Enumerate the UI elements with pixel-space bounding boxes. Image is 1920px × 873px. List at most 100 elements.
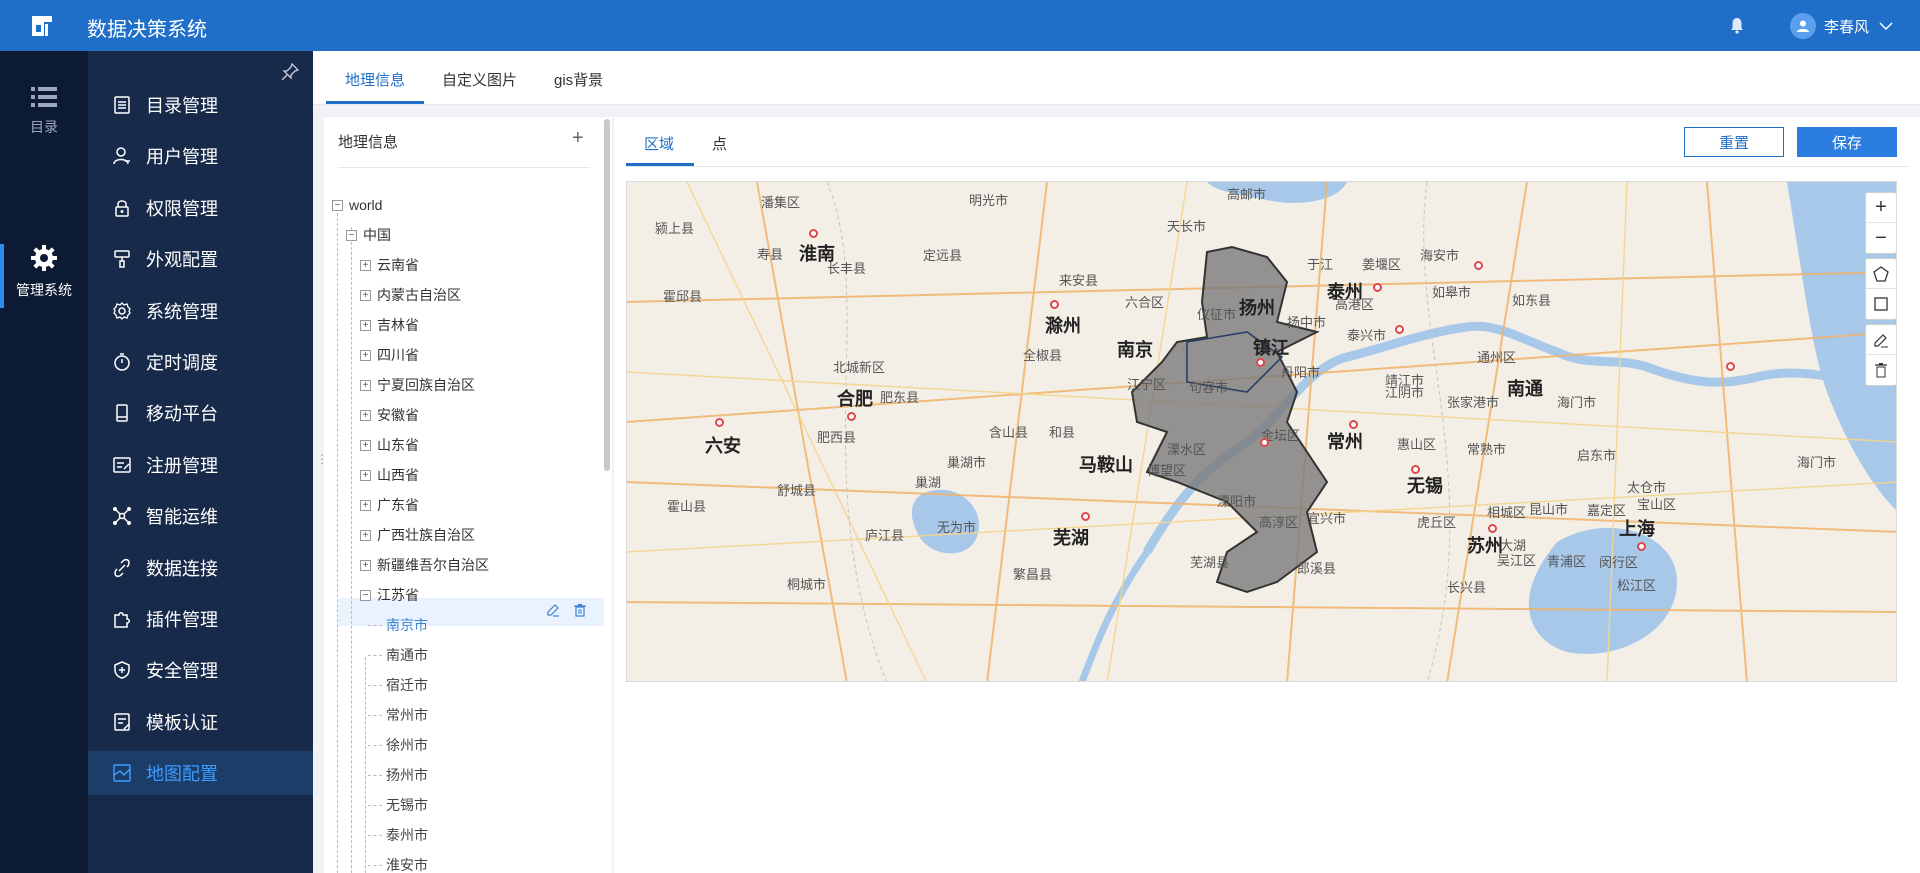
tree-leaf[interactable]: 宿迁市 <box>386 674 428 696</box>
user-menu[interactable]: 李春风 <box>1790 13 1893 39</box>
draw-polygon-button[interactable] <box>1866 259 1896 289</box>
tree-connector <box>368 745 382 746</box>
menu-item-user-manage[interactable]: 用户管理 <box>88 134 313 178</box>
tree-node[interactable]: − 中国 <box>346 224 391 246</box>
trash-icon <box>1875 363 1887 378</box>
edit-shape-button[interactable] <box>1866 325 1896 355</box>
tree-node-label: 新疆维吾尔自治区 <box>377 557 489 573</box>
collapse-icon[interactable]: − <box>332 199 343 211</box>
tree-node[interactable]: + 内蒙古自治区 <box>360 284 461 306</box>
map-place-label: 仪征市 <box>1197 307 1237 322</box>
expand-icon[interactable]: + <box>360 469 371 481</box>
tab-custom-image[interactable]: 自定义图片 <box>442 69 517 90</box>
reset-button[interactable]: 重置 <box>1684 127 1784 157</box>
tree-leaf[interactable]: 常州市 <box>386 704 428 726</box>
menu-item-map[interactable]: 地图配置 <box>88 751 313 796</box>
menu-item-register[interactable]: 注册管理 <box>88 443 313 487</box>
tree-leaf[interactable]: 淮安市 <box>386 854 428 873</box>
expand-icon[interactable]: + <box>360 559 371 571</box>
tree-node-label: 安徽省 <box>377 407 419 423</box>
expand-icon[interactable]: + <box>360 409 371 421</box>
rail-item-management[interactable]: 管理系统 <box>0 244 88 324</box>
tree-node[interactable]: + 宁夏回族自治区 <box>360 374 475 396</box>
expand-icon[interactable]: + <box>360 259 371 271</box>
tree-node[interactable]: + 吉林省 <box>360 314 419 336</box>
map-place-label: 高港区 <box>1335 297 1375 312</box>
pin-icon[interactable] <box>281 63 299 81</box>
tree-node[interactable]: + 山东省 <box>360 434 419 456</box>
map-city-label: 镇江 <box>1253 338 1289 358</box>
map-place-label: 虎丘区 <box>1417 515 1457 530</box>
menu-item-label: 智能运维 <box>146 507 218 528</box>
tab-geo-info[interactable]: 地理信息 <box>345 69 405 90</box>
tree-node-label: 内蒙古自治区 <box>377 287 461 303</box>
rail-item-catalog[interactable]: 目录 <box>0 85 88 165</box>
menu-item-lock[interactable]: 权限管理 <box>88 186 313 230</box>
tree-node[interactable]: − 江苏省 <box>360 584 419 606</box>
map-place-label: 溧水区 <box>1167 442 1207 457</box>
expand-icon[interactable]: + <box>360 349 371 361</box>
tree-node[interactable]: − world <box>332 194 382 216</box>
draw-rectangle-button[interactable] <box>1866 289 1896 319</box>
tree-node[interactable]: + 四川省 <box>360 344 419 366</box>
expand-icon[interactable]: + <box>360 439 371 451</box>
tree-node[interactable]: + 山西省 <box>360 464 419 486</box>
save-button[interactable]: 保存 <box>1797 127 1897 157</box>
zoom-in-button[interactable]: + <box>1866 193 1896 223</box>
map-place-label: 霍山县 <box>667 499 707 514</box>
menu-item-puzzle[interactable]: 插件管理 <box>88 597 313 641</box>
menu-item-label: 用户管理 <box>146 147 218 168</box>
tree-leaf[interactable]: 徐州市 <box>386 734 428 756</box>
tree-node[interactable]: + 新疆维吾尔自治区 <box>360 554 489 576</box>
expand-icon[interactable]: + <box>360 379 371 391</box>
menu-item-stopwatch[interactable]: 定时调度 <box>88 340 313 384</box>
tree-leaf[interactable]: 南京市 <box>386 614 428 636</box>
map-canvas[interactable]: 潘集区 明光市 高邮市 天长市 颍上县 寿县 淮南 长丰县 定远县 来安县 滁州 六合区 仪征市 扬州 泰州… <box>626 181 1897 682</box>
delete-shape-button[interactable] <box>1866 355 1896 385</box>
tab-region[interactable]: 区域 <box>644 133 674 154</box>
map-place-label: 长兴县 <box>1447 580 1487 595</box>
map-city-label: 马鞍山 <box>1079 455 1133 475</box>
expand-icon[interactable]: + <box>360 319 371 331</box>
menu-item-template[interactable]: 模板认证 <box>88 700 313 744</box>
menu-item-brush[interactable]: 外观配置 <box>88 237 313 281</box>
tab-gis-background[interactable]: gis背景 <box>554 69 603 90</box>
active-tab-indicator <box>326 101 424 104</box>
map-place-label: 句容市 <box>1189 380 1229 395</box>
tab-point[interactable]: 点 <box>712 133 727 154</box>
city-marker-icon <box>1411 465 1420 474</box>
map-place-label: 松江区 <box>1617 578 1657 593</box>
city-marker-icon <box>1256 358 1265 367</box>
expand-icon[interactable]: + <box>360 529 371 541</box>
tree-node[interactable]: + 广东省 <box>360 494 419 516</box>
zoom-out-button[interactable]: − <box>1866 223 1896 253</box>
map-place-label: 舒城县 <box>777 483 817 498</box>
menu-item-mobile[interactable]: 移动平台 <box>88 391 313 435</box>
tree-leaf[interactable]: 无锡市 <box>386 794 428 816</box>
expand-icon[interactable]: + <box>360 289 371 301</box>
tree-leaf[interactable]: 南通市 <box>386 644 428 666</box>
tree-leaf[interactable]: 扬州市 <box>386 764 428 786</box>
brush-icon <box>114 250 130 268</box>
tree-node[interactable]: + 安徽省 <box>360 404 419 426</box>
collapse-icon[interactable]: − <box>346 229 357 241</box>
menu-item-link[interactable]: 数据连接 <box>88 546 313 590</box>
tree-node[interactable]: + 云南省 <box>360 254 419 276</box>
tree-node[interactable]: + 广西壮族自治区 <box>360 524 475 546</box>
map-place-label: 张家港市 <box>1447 395 1500 410</box>
edit-icon[interactable] <box>546 603 560 617</box>
bell-icon[interactable] <box>1728 16 1746 34</box>
tree-leaf[interactable]: 泰州市 <box>386 824 428 846</box>
menu-item-gear[interactable]: 系统管理 <box>88 289 313 333</box>
collapse-icon[interactable]: − <box>360 589 371 601</box>
tree-connector <box>368 625 382 626</box>
tree-scrollbar[interactable] <box>604 119 610 471</box>
menu-item-shield[interactable]: 安全管理 <box>88 648 313 692</box>
expand-icon[interactable]: + <box>360 499 371 511</box>
delete-icon[interactable] <box>573 603 587 617</box>
edit-shape-control <box>1865 324 1896 386</box>
menu-item-network[interactable]: 智能运维 <box>88 494 313 538</box>
map-place-label: 昆山市 <box>1529 502 1569 517</box>
menu-item-catalog[interactable]: 目录管理 <box>88 83 313 127</box>
add-node-button[interactable]: + <box>572 127 584 150</box>
